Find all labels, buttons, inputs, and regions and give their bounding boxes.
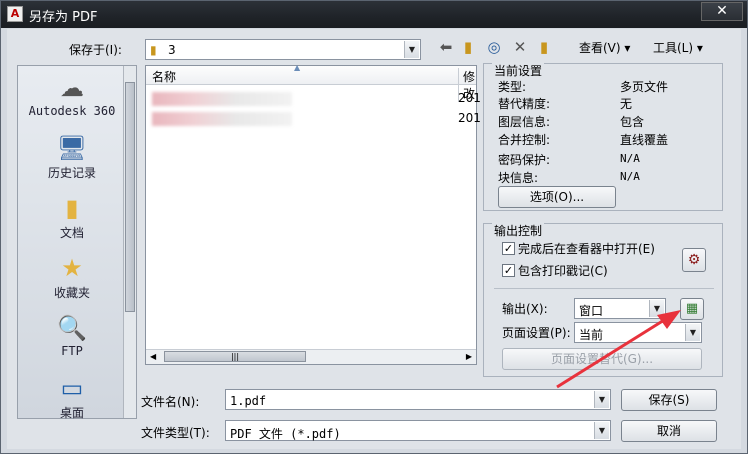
file-list-hscrollbar[interactable]: ◀ ||| ▶ — [146, 349, 476, 364]
save-in-value: 3 — [168, 43, 176, 57]
place-label: 桌面 — [59, 406, 84, 420]
chevron-down-icon: ▼ — [594, 422, 609, 439]
tools-menu-label: 工具(L) — [653, 41, 694, 55]
hscroll-thumb[interactable]: ||| — [164, 351, 306, 362]
delete-icon[interactable]: ✕ — [511, 38, 529, 56]
setting-value: 无 — [620, 97, 633, 111]
include-plot-stamp-checkbox[interactable]: ✓ — [502, 264, 515, 277]
annotation-arrow — [556, 310, 681, 389]
back-icon[interactable]: ⬅ — [437, 38, 455, 56]
current-settings-group: 当前设置 类型: 多页文件 替代精度: 无 图层信息: 包含 合并控制: 直线覆… — [483, 62, 723, 211]
save-as-pdf-dialog: A 另存为 PDF ✕ 保存于(I): ▮ 3 ▼ ⬅ ▮ ◎ ✕ ▮ 查看(V… — [0, 0, 748, 454]
places-scrollbar[interactable] — [123, 66, 136, 418]
output-label: 输出(X): — [502, 302, 548, 316]
setting-label: 密码保护: — [498, 153, 551, 167]
include-plot-stamp-label: 包含打印戳记(C) — [518, 264, 608, 278]
view-menu[interactable]: 查看(V) ▾ — [579, 39, 630, 56]
window-title: 另存为 PDF — [29, 10, 98, 25]
up-folder-icon[interactable]: ▮ — [459, 38, 477, 56]
save-in-label: 保存于(I): — [69, 43, 122, 57]
place-desktop[interactable]: ▭ 桌面 — [22, 372, 122, 421]
plot-stamp-icon[interactable]: ⚙ — [682, 248, 706, 272]
tools-menu[interactable]: 工具(L) ▾ — [653, 39, 703, 56]
scroll-left-icon[interactable]: ◀ — [150, 352, 156, 361]
filename-label: 文件名(N): — [141, 395, 200, 409]
setting-value: 包含 — [620, 115, 645, 129]
arrow-head — [657, 310, 681, 329]
favorites-icon: ★ — [61, 254, 83, 282]
setting-value: 直线覆盖 — [620, 133, 669, 147]
separator — [494, 288, 714, 289]
place-autodesk-360[interactable]: ☁ Autodesk 360 — [22, 72, 122, 118]
place-history[interactable]: 🖥 历史记录 — [22, 132, 122, 181]
scroll-right-icon[interactable]: ▶ — [466, 352, 472, 361]
open-in-viewer-checkbox[interactable]: ✓ — [502, 242, 515, 255]
view-menu-label: 查看(V) — [579, 41, 621, 55]
place-ftp[interactable]: 🔍 FTP — [22, 312, 122, 358]
filetype-dropdown[interactable]: PDF 文件 (*.pdf) ▼ — [225, 420, 611, 441]
place-label: 文档 — [59, 226, 84, 240]
list-item[interactable]: 201 — [152, 110, 482, 128]
setting-label: 图层信息: — [498, 115, 551, 129]
title-bar: A 另存为 PDF ✕ — [1, 1, 747, 28]
place-label: FTP — [61, 344, 83, 358]
blurred-filename — [152, 112, 292, 126]
save-in-dropdown[interactable]: ▮ 3 ▼ — [145, 39, 421, 60]
new-folder-icon[interactable]: ▮ — [535, 38, 553, 56]
filetype-label: 文件类型(T): — [141, 426, 210, 440]
place-documents[interactable]: ▮ 文档 — [22, 192, 122, 241]
place-label: 收藏夹 — [53, 286, 90, 300]
output-control-title: 输出控制 — [492, 222, 545, 239]
filetype-value: PDF 文件 (*.pdf) — [230, 427, 341, 441]
desktop-icon: ▭ — [60, 374, 84, 402]
setting-label: 合并控制: — [498, 133, 551, 147]
filename-value: 1.pdf — [230, 394, 267, 408]
chevron-down-icon: ▼ — [404, 41, 419, 58]
setting-label: 替代精度: — [498, 97, 551, 111]
place-favorites[interactable]: ★ 收藏夹 — [22, 252, 122, 301]
places-bar: ☁ Autodesk 360 🖥 历史记录 ▮ 文档 ★ 收藏夹 🔍 FTP ▭ — [17, 65, 137, 421]
cloud-icon: ☁ — [60, 74, 84, 102]
search-web-icon[interactable]: ◎ — [485, 38, 503, 56]
row-date: 201 — [458, 111, 481, 125]
documents-icon: ▮ — [65, 194, 79, 222]
blurred-filename — [152, 92, 292, 106]
current-settings-title: 当前设置 — [492, 62, 545, 79]
row-date: 201 — [458, 91, 481, 105]
close-button[interactable]: ✕ — [701, 2, 743, 21]
ftp-icon: 🔍 — [57, 314, 87, 342]
file-list: 名称 ▲ 修改 201 201 ◀ ||| ▶ — [145, 63, 481, 365]
arrow-shaft — [556, 315, 670, 389]
setting-label: 块信息: — [498, 171, 539, 185]
setting-value: N/A — [620, 152, 640, 165]
autocad-logo-icon: A — [7, 6, 23, 22]
place-label: 历史记录 — [47, 166, 96, 180]
cancel-button[interactable]: 取消 — [621, 420, 717, 442]
options-button[interactable]: 选项(O)... — [498, 186, 616, 208]
folder-icon: ▮ — [150, 43, 157, 57]
history-icon: 🖥 — [56, 134, 88, 162]
places-scroll-thumb[interactable] — [125, 82, 135, 312]
sort-arrow-icon: ▲ — [294, 63, 301, 72]
column-name[interactable]: 名称 — [152, 68, 176, 85]
file-list-header: 名称 ▲ 修改 — [146, 63, 476, 102]
setting-value: N/A — [620, 170, 640, 183]
setting-label: 类型: — [498, 80, 527, 94]
open-in-viewer-label: 完成后在查看器中打开(E) — [518, 242, 655, 256]
place-label: Autodesk 360 — [28, 104, 116, 118]
list-item[interactable]: 201 — [152, 90, 482, 108]
setting-value: 多页文件 — [620, 80, 669, 94]
